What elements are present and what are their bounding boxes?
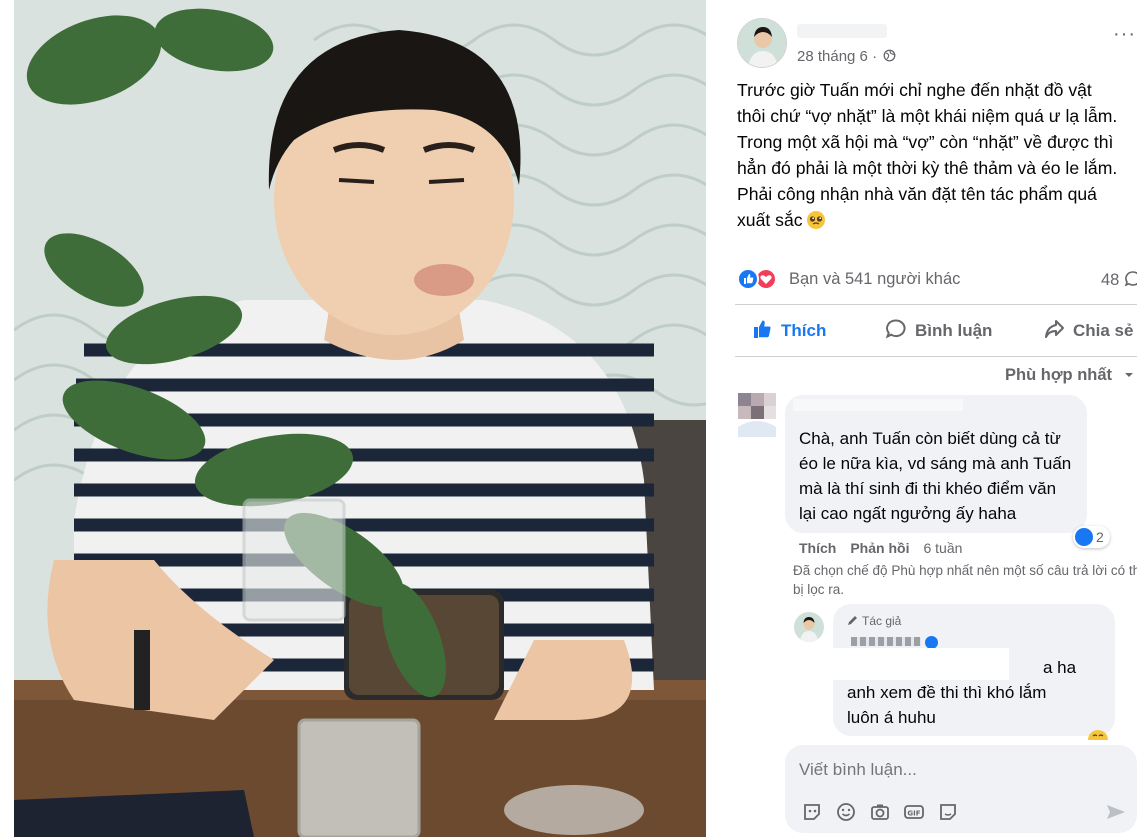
post-date[interactable]: 28 tháng 6 · [797,48,896,65]
comment-sort-dropdown[interactable]: Phù hợp nhất [1005,366,1135,385]
comment-sort-label: Phù hợp nhất [1005,366,1113,384]
comment-like-link[interactable]: Thích [799,540,836,556]
photo-viewer [0,0,735,837]
pen-icon [848,616,857,625]
post-panel: 28 tháng 6 · ··· Trước giờ Tuấn mới chỉ … [735,0,1137,837]
reply-author-avatar[interactable] [794,612,824,642]
heart-glyph [760,275,772,284]
author-avatar[interactable] [737,18,787,68]
post-text-line: xuất sắc [737,210,803,230]
send-icon[interactable] [1105,801,1127,823]
reply-author-name-redacted[interactable] [851,637,921,646]
post-text-line: Phải công nhận nhà văn đặt tên tác phẩm … [737,184,1097,204]
post-text-line: hẳn đó phải là một thời kỳ thê thảm và é… [737,158,1118,178]
divider [735,304,1137,305]
comment-reaction-count: 2 [1096,529,1104,545]
post-text-last-line: xuất sắc [737,207,1137,233]
svg-text:GIF: GIF [907,810,920,818]
post-text-line: Trước giờ Tuấn mới chỉ nghe đến nhặt đồ … [737,80,1092,100]
author-name-redacted[interactable] [797,24,887,38]
sticker-icon[interactable] [801,801,823,823]
photo-illustration [14,0,706,837]
comment-text-line: lại cao ngất ngưởng ấy haha [799,504,1017,523]
comment-text-line: Chà, anh Tuấn còn biết dùng cả từ [799,429,1061,448]
pixelated-avatar [738,393,776,437]
like-button[interactable]: Thích [751,318,826,341]
post-header: 28 tháng 6 · ··· [735,18,1137,70]
commenter-avatar-redacted[interactable] [738,393,776,437]
comment-meta: Thích Phản hồi 6 tuần [799,540,962,556]
emoji-icon[interactable] [835,801,857,823]
post-text: Trước giờ Tuấn mới chỉ nghe đến nhặt đồ … [737,77,1137,233]
comment-icon [885,319,906,339]
comment-input[interactable] [799,757,1119,783]
reply-text-line: luôn á huhu [847,708,936,727]
thumb-up-glyph [744,274,754,284]
post-date-text: 28 tháng 6 · [797,48,878,65]
author-tag: Tác giả [847,614,901,628]
thumb-up-icon [754,320,771,338]
post-text-line: Trong một xã hội mà “vợ” còn “nhặt” về đ… [737,132,1114,152]
pleading-face-emoji-icon [806,211,825,229]
reply-text-line: a ha [1043,658,1077,677]
crying-emoji-icon [1088,730,1108,740]
commenter-name-redacted[interactable] [793,399,963,411]
share-button[interactable]: Chia sẻ [1043,318,1133,341]
author-tag-label: Tác giả [862,614,902,628]
comment-text: Chà, anh Tuấn còn biết dùng cả từ éo le … [799,426,1071,526]
like-reaction-icon [1075,528,1093,546]
like-button-label: Thích [781,321,827,340]
globe-icon [883,49,896,62]
chevron-down-icon [1124,373,1133,377]
avatar-image [738,19,786,67]
reply-text: anh xem đề thi thì khó lắm luôn á huhu [847,680,1046,730]
post-photo[interactable] [14,0,706,837]
reply-text-line: anh xem đề thi thì khó lắm [847,683,1047,702]
gif-icon[interactable]: GIF [903,801,925,823]
share-arrow-icon [1045,320,1064,338]
comment-time[interactable]: 6 tuần [923,540,962,556]
comment-button[interactable]: Bình luận [885,318,992,341]
comment-text-line: éo le nữa kìa, vd sáng mà anh Tuấn [799,454,1072,473]
comment-count-number: 48 [1101,271,1120,289]
post-actions: Thích Bình luận Chia sẻ [735,308,1137,354]
post-text-line: thôi chứ “vợ nhặt” là một khái niệm quá … [737,106,1118,126]
reactions-bar[interactable]: Bạn và 541 người khác 48 [737,264,1137,296]
redacted-area [819,648,1009,680]
comment-count[interactable]: 48 [1101,270,1137,290]
comment-reaction-badge[interactable]: 2 [1073,526,1110,548]
comment-button-label: Bình luận [915,321,993,340]
share-button-label: Chia sẻ [1073,321,1134,340]
comment-bubble-icon [1124,271,1137,287]
divider [735,356,1137,357]
more-options-icon[interactable]: ··· [1113,24,1136,44]
like-reaction-icon [737,268,759,290]
comment-composer: GIF [785,745,1137,833]
comment-reply-link[interactable]: Phản hồi [850,540,909,556]
filter-note: Đã chọn chế độ Phù hợp nhất nên một số c… [793,563,1137,597]
comment-text-line: mà là thí sinh đi thi khéo điểm văn [799,479,1057,498]
camera-icon[interactable] [869,801,891,823]
avatar-sticker-icon[interactable] [937,801,959,823]
reaction-summary[interactable]: Bạn và 541 người khác [789,270,960,289]
avatar-image [800,617,818,642]
